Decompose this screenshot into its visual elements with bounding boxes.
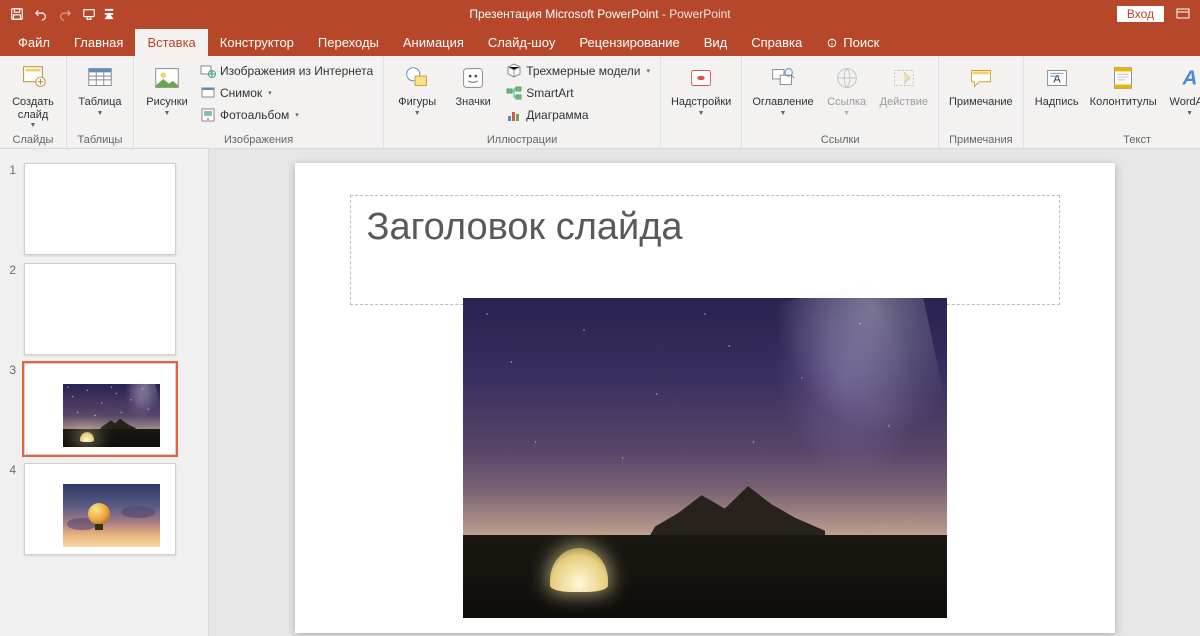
thumbnail-preview: [24, 263, 176, 355]
thumbnail-4[interactable]: 4: [0, 459, 208, 559]
group-illustrations: Фигуры ▼ Значки Трехмерные модели ▾ Smar…: [384, 56, 661, 148]
photo-album-icon: [200, 107, 216, 123]
chart-icon: [506, 107, 522, 123]
chevron-down-icon: ▼: [97, 110, 104, 117]
new-slide-icon: [17, 62, 49, 94]
undo-icon[interactable]: [30, 3, 52, 25]
addins-icon: [685, 62, 717, 94]
comment-button[interactable]: Примечание: [945, 60, 1017, 109]
group-comments: Примечание Примечания: [939, 56, 1024, 148]
group-images: Рисунки ▼ Изображения из Интернета Снимо…: [134, 56, 384, 148]
header-footer-button[interactable]: Колонтитулы: [1086, 60, 1161, 109]
addins-button[interactable]: Надстройки ▼: [667, 60, 735, 117]
screenshot-icon: [200, 85, 216, 101]
zoom-toc-button[interactable]: Оглавление ▼: [748, 60, 817, 117]
title-placeholder[interactable]: Заголовок слайда: [350, 195, 1060, 305]
chevron-down-icon: ▼: [1186, 110, 1193, 117]
group-tables: Таблица ▼ Таблицы: [67, 56, 134, 148]
group-slides: Создать слайд ▼ Слайды: [0, 56, 67, 148]
icons-button[interactable]: Значки: [446, 60, 500, 109]
tab-file[interactable]: Файл: [6, 29, 62, 56]
chevron-down-icon: ▼: [780, 110, 787, 117]
svg-text:A: A: [1181, 67, 1197, 90]
icons-icon: [457, 62, 489, 94]
app-name: PowerPoint: [669, 7, 730, 21]
slide-canvas-area[interactable]: Заголовок слайда: [209, 149, 1200, 636]
tab-home[interactable]: Главная: [62, 29, 135, 56]
save-icon[interactable]: [6, 3, 28, 25]
chevron-down-icon: ▼: [698, 110, 705, 117]
tab-tellme[interactable]: Поиск: [814, 29, 891, 56]
qat-customize-icon[interactable]: [102, 3, 116, 25]
ribbon-display-icon[interactable]: [1172, 3, 1194, 25]
tab-help[interactable]: Справка: [739, 29, 814, 56]
ribbon: Создать слайд ▼ Слайды Таблица ▼ Таблицы…: [0, 56, 1200, 149]
online-pictures-icon: [200, 63, 216, 79]
shapes-icon: [401, 62, 433, 94]
svg-text:A: A: [1053, 74, 1061, 86]
chevron-down-icon: ▼: [30, 122, 37, 129]
slide[interactable]: Заголовок слайда: [295, 163, 1115, 633]
thumbnail-2[interactable]: 2: [0, 259, 208, 359]
cube-icon: [506, 63, 522, 79]
workspace: 1 2 3 4: [0, 149, 1200, 636]
tab-view[interactable]: Вид: [692, 29, 740, 56]
chevron-down-icon: ▾: [646, 67, 650, 75]
textbox-button[interactable]: A Надпись: [1030, 60, 1084, 109]
title-bar: Презентация Microsoft PowerPoint - Power…: [0, 0, 1200, 28]
redo-icon[interactable]: [54, 3, 76, 25]
title-placeholder-text: Заголовок слайда: [367, 206, 1043, 249]
quick-access-toolbar: [0, 3, 116, 25]
tab-insert[interactable]: Вставка: [135, 29, 207, 56]
ribbon-tabs: Файл Главная Вставка Конструктор Переход…: [0, 28, 1200, 56]
table-icon: [84, 62, 116, 94]
pictures-button[interactable]: Рисунки ▼: [140, 60, 194, 117]
chevron-down-icon: ▼: [164, 110, 171, 117]
zoom-icon: [767, 62, 799, 94]
chevron-down-icon: ▼: [843, 110, 850, 117]
link-icon: [831, 62, 863, 94]
smartart-button[interactable]: SmartArt: [502, 82, 654, 104]
tab-review[interactable]: Рецензирование: [567, 29, 691, 56]
picture-icon: [151, 62, 183, 94]
wordart-icon: A: [1174, 62, 1200, 94]
action-button: Действие: [876, 60, 932, 109]
photo-album-button[interactable]: Фотоальбом ▾: [196, 104, 377, 126]
screenshot-button[interactable]: Снимок ▾: [196, 82, 377, 104]
shapes-button[interactable]: Фигуры ▼: [390, 60, 444, 117]
comment-icon: [965, 62, 997, 94]
tab-design[interactable]: Конструктор: [208, 29, 306, 56]
tab-slideshow[interactable]: Слайд-шоу: [476, 29, 567, 56]
action-icon: [888, 62, 920, 94]
chevron-down-icon: ▼: [414, 110, 421, 117]
thumbnail-1[interactable]: 1: [0, 159, 208, 259]
wordart-button[interactable]: A WordArt ▼: [1163, 60, 1200, 117]
chevron-down-icon: ▾: [268, 89, 272, 97]
sign-in-button[interactable]: Вход: [1117, 6, 1164, 22]
thumbnail-preview: [24, 463, 176, 555]
tab-animations[interactable]: Анимация: [391, 29, 476, 56]
smartart-icon: [506, 85, 522, 101]
start-slideshow-icon[interactable]: [78, 3, 100, 25]
slide-thumbnail-panel: 1 2 3 4: [0, 149, 209, 636]
link-button: Ссылка ▼: [820, 60, 874, 117]
table-button[interactable]: Таблица ▼: [73, 60, 127, 117]
group-links: Оглавление ▼ Ссылка ▼ Действие Ссылки: [742, 56, 939, 148]
3d-models-button[interactable]: Трехмерные модели ▾: [502, 60, 654, 82]
inserted-picture[interactable]: [463, 298, 947, 618]
thumbnail-preview: [24, 363, 176, 455]
group-addins: Надстройки ▼: [661, 56, 742, 148]
thumbnail-3[interactable]: 3: [0, 359, 208, 459]
chevron-down-icon: ▾: [295, 111, 299, 119]
thumbnail-preview: [24, 163, 176, 255]
document-name: Презентация Microsoft PowerPoint: [469, 7, 658, 21]
online-pictures-button[interactable]: Изображения из Интернета: [196, 60, 377, 82]
header-footer-icon: [1107, 62, 1139, 94]
window-title: Презентация Microsoft PowerPoint - Power…: [469, 7, 730, 21]
textbox-icon: A: [1041, 62, 1073, 94]
tab-transitions[interactable]: Переходы: [306, 29, 391, 56]
new-slide-button[interactable]: Создать слайд ▼: [6, 60, 60, 129]
group-text: A Надпись Колонтитулы A WordArt ▼ # Текс…: [1024, 56, 1200, 148]
chart-button[interactable]: Диаграмма: [502, 104, 654, 126]
